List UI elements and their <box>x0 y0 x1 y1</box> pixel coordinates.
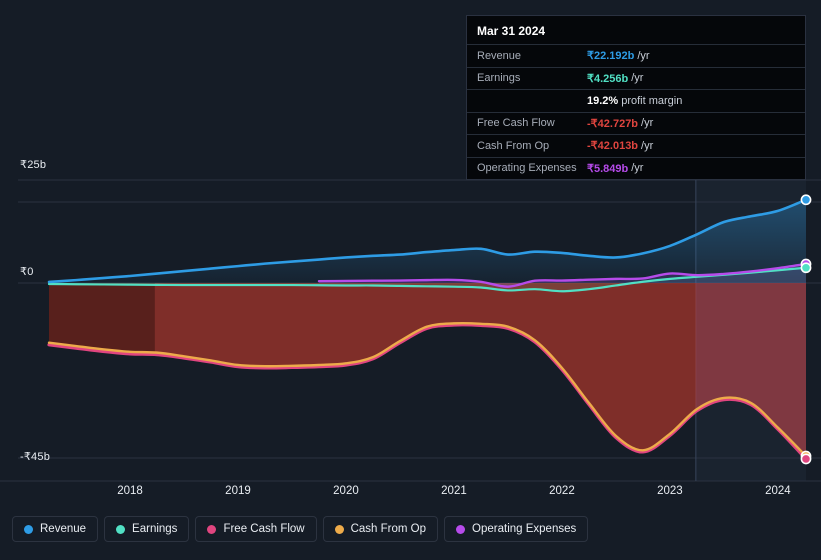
legend-color-dot-icon <box>207 524 217 534</box>
tooltip-row: Free Cash Flow -₹42.727b/yr <box>467 111 805 135</box>
tooltip-row: Operating Expenses ₹5.849b/yr <box>467 156 805 180</box>
tooltip-row-value: ₹4.256b <box>587 72 629 85</box>
legend-item-revenue[interactable]: Revenue <box>12 516 99 542</box>
legend-color-dot-icon <box>456 524 466 534</box>
legend-item-earnings[interactable]: Earnings <box>104 516 190 542</box>
tooltip-row-value: -₹42.013b <box>587 140 639 153</box>
series-endpoint-revenue <box>800 194 812 206</box>
tooltip-row-label: Free Cash Flow <box>477 117 555 130</box>
tooltip-row-value: -₹42.727b <box>587 117 639 130</box>
series-endpoint-earnings <box>800 262 812 274</box>
tooltip-row-label: Operating Expenses <box>477 162 577 175</box>
legend-item-label: Cash From Op <box>350 523 427 535</box>
y-axis-label-top: ₹25b <box>20 159 47 171</box>
x-axis-tick-2020: 2020 <box>333 485 359 497</box>
x-axis-tick-2021: 2021 <box>441 485 467 497</box>
tooltip-row-value: ₹5.849b <box>587 162 629 175</box>
tooltip-row: Earnings ₹4.256b/yr <box>467 66 805 90</box>
financials-chart-widget: ₹25b ₹0 -₹45b 2018 2019 2020 2021 2022 2023 20… <box>0 0 821 560</box>
tooltip-row-value: 19.2% <box>587 94 619 107</box>
legend-item-label: Operating Expenses <box>472 523 577 535</box>
tooltip-row-value: ₹22.192b <box>587 50 635 63</box>
x-axis-tick-2019: 2019 <box>225 485 251 497</box>
x-axis-tick-2022: 2022 <box>549 485 575 497</box>
x-axis-tick-2018: 2018 <box>117 485 143 497</box>
x-axis-tick-2024: 2024 <box>765 485 791 497</box>
tooltip-row-label: Cash From Op <box>477 139 550 152</box>
legend-item-operating-expenses[interactable]: Operating Expenses <box>444 516 589 542</box>
tooltip-row-unit: /yr <box>641 117 654 130</box>
tooltip-rows: Revenue ₹22.192b/yr Earnings ₹4.256b/yr 19.… <box>467 44 805 179</box>
tooltip-row: 19.2% profit margin <box>467 89 805 112</box>
tooltip-row-unit: profit margin <box>621 94 683 107</box>
legend-color-dot-icon <box>116 524 126 534</box>
series-endpoint-free-cash-flow <box>800 453 812 465</box>
tooltip-row-label: Revenue <box>477 49 522 62</box>
legend-item-label: Revenue <box>40 523 87 535</box>
chart-legend[interactable]: Revenue Earnings Free Cash Flow Cash From O… <box>12 516 589 542</box>
tooltip-title: Mar 31 2024 <box>477 24 546 38</box>
y-axis-label-bottom: -₹45b <box>20 451 51 463</box>
legend-color-dot-icon <box>24 524 33 534</box>
tooltip-row: Cash From Op -₹42.013b/yr <box>467 134 805 157</box>
tooltip-row-label: Earnings <box>477 72 521 85</box>
legend-color-dot-icon <box>334 524 344 534</box>
tooltip-row-unit: /yr <box>641 139 654 152</box>
legend-item-label: Earnings <box>132 523 178 535</box>
legend-item-label: Free Cash Flow <box>223 523 305 535</box>
tooltip-row-unit: /yr <box>637 49 650 62</box>
data-tooltip: Mar 31 2024 Revenue ₹22.192b/yr Earnings ₹4… <box>466 15 806 180</box>
tooltip-row-unit: /yr <box>631 162 644 175</box>
legend-item-free-cash-flow[interactable]: Free Cash Flow <box>195 516 317 542</box>
legend-item-cash-from-op[interactable]: Cash From Op <box>322 516 439 542</box>
tooltip-row: Revenue ₹22.192b/yr <box>467 44 805 67</box>
x-axis-tick-2023: 2023 <box>657 485 683 497</box>
tooltip-row-unit: /yr <box>631 72 644 85</box>
y-axis-label-zero: ₹0 <box>20 266 34 278</box>
